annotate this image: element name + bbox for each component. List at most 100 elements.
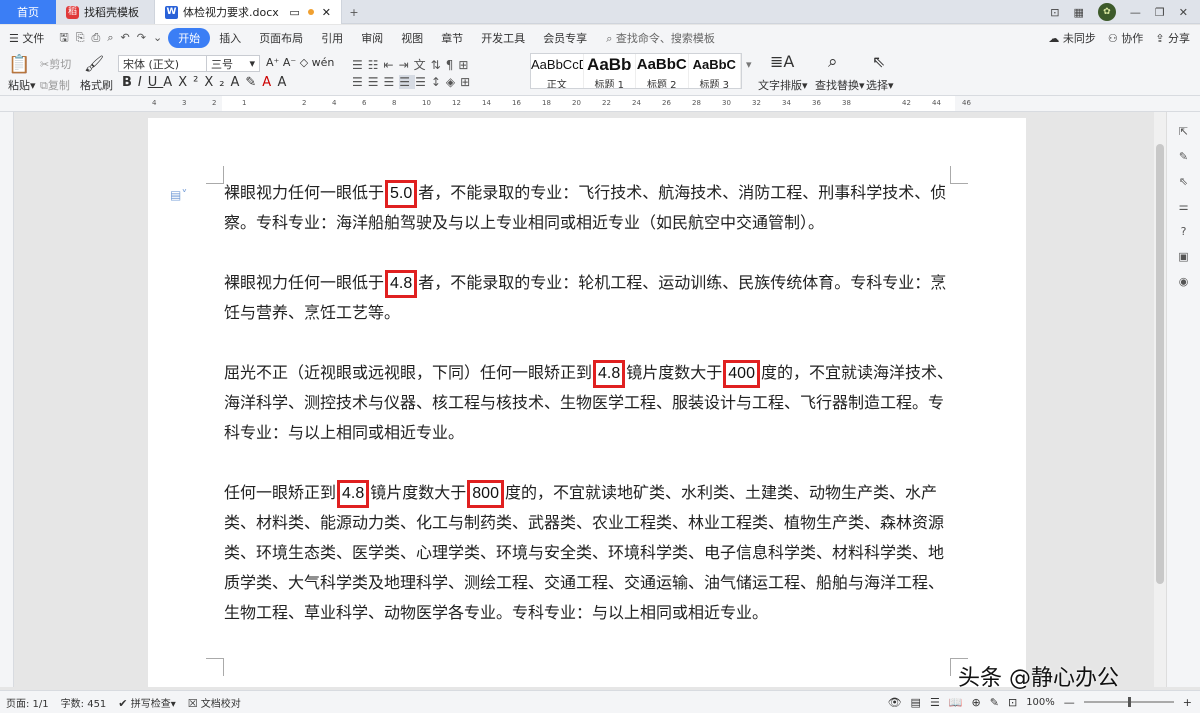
align-right-icon[interactable]: ☰ [384,75,400,89]
paragraph[interactable]: 裸眼视力任何一眼低于 4.8 者，不能录取的专业：轮机工程、运动训练、民族传统体育。… [224,268,954,328]
cursor-icon[interactable]: ⇖ [872,52,885,71]
minimize-icon[interactable]: — [1130,7,1141,18]
cut-button[interactable]: ✂剪切 [40,56,71,72]
sort-icon[interactable]: ⇅ [431,58,446,72]
zoom-slider[interactable] [1083,697,1174,707]
spell-check-button[interactable]: ✔ 拼写检查▾ [112,695,181,710]
layout-icon[interactable]: ⊡ [1050,7,1059,18]
strike-icon[interactable]: A [163,75,178,90]
text-effect-icon[interactable]: A [230,75,245,90]
tab-home[interactable]: 首页 [0,0,56,24]
copy-button[interactable]: ⧉复制 [40,77,70,93]
chevron-down-icon[interactable]: ⌄ [153,32,162,43]
show-marks-icon[interactable]: ¶ [446,58,459,72]
image-icon[interactable]: ▣ [1178,251,1188,262]
align-left-icon[interactable]: ☰ [352,75,368,89]
menu-home[interactable]: 开始 [168,27,211,48]
eye-icon[interactable]: 👁 [888,697,902,708]
page-view-icon[interactable]: ▤ [911,697,921,708]
web-view-icon[interactable]: ⊕ [972,697,981,708]
paragraph[interactable]: 任何一眼矫正到 4.8 镜片度数大于 800 度的，不宜就读地矿类、水利类、土建类、动物… [224,478,954,628]
style-heading-1[interactable]: AaBb 标题 1 [584,54,636,88]
help-icon[interactable]: ? [1181,226,1187,237]
grid-icon[interactable]: ▦ [1074,7,1084,18]
clear-format-icon[interactable]: ◇ [300,56,308,69]
shrink-font-icon[interactable]: A⁻ [283,56,296,69]
subscript-icon[interactable]: X₂ [204,75,230,90]
tab-template[interactable]: 稻 找稻壳模板 [56,0,154,24]
export-pdf-icon[interactable]: ⎘ [76,32,85,43]
undo-icon[interactable]: ↶ [121,32,130,43]
text-layout-icon[interactable]: ≣A [770,52,794,71]
table-icon[interactable]: ⊞ [458,58,473,72]
indent-icon[interactable]: ⇥ [399,58,414,72]
find-replace-button[interactable]: 查找替换▾ [815,77,865,93]
zoom-level[interactable]: 100% [1026,697,1055,708]
brush-icon[interactable]: 🖌 [84,54,104,73]
menu-file[interactable]: ☰ 文件 [0,30,53,46]
menu-layout[interactable]: 页面布局 [250,30,312,46]
menu-view[interactable]: 视图 [392,30,432,46]
vertical-scrollbar[interactable] [1154,112,1166,687]
borders-icon[interactable]: ⊞ [460,75,475,89]
sliders-icon[interactable]: ⚌ [1179,201,1189,212]
tab-document[interactable]: W 体检视力要求.docx ▭ ✕ [154,0,342,24]
shading-icon[interactable]: ◈ [446,75,460,89]
justify-icon[interactable]: ☰ [399,75,416,89]
share-button[interactable]: ⇪ 分享 [1155,30,1190,46]
avatar[interactable]: ✿ [1097,3,1116,21]
line-spacing-icon[interactable]: ↕ [431,75,446,89]
menu-insert[interactable]: 插入 [210,30,250,46]
paragraph-handle-icon[interactable]: ▤˅ [170,188,187,202]
align-center-icon[interactable]: ☰ [368,75,384,89]
find-icon[interactable]: ⌕ [828,52,838,72]
underline-icon[interactable]: U [148,75,164,90]
bold-icon[interactable]: B [122,75,138,90]
collab-button[interactable]: ⚇ 协作 [1108,30,1143,46]
sync-button[interactable]: ☁ 未同步 [1048,30,1096,46]
close-window-icon[interactable]: ✕ [1179,7,1188,18]
pointer-icon[interactable]: ⇖ [1179,176,1188,187]
char-shading-icon[interactable]: A [278,75,293,90]
distribute-icon[interactable]: ☰ [415,75,431,89]
close-tab-icon[interactable]: ✕ [322,7,331,18]
redo-icon[interactable]: ↷ [137,32,146,43]
grow-font-icon[interactable]: A⁺ [266,56,279,69]
fit-page-icon[interactable]: ⊡ [1008,697,1017,708]
zoom-in-icon[interactable]: + [1183,697,1192,708]
new-tab-button[interactable]: + [342,0,366,24]
clipboard-icon[interactable]: 📋 [8,54,30,75]
document-body[interactable]: 裸眼视力任何一眼低于 5.0 者，不能录取的专业：飞行技术、航海技术、消防工程、刑事… [224,178,954,658]
menu-developer[interactable]: 开发工具 [472,30,534,46]
save-icon[interactable]: 🖫 [59,32,68,43]
font-color-icon[interactable]: A [262,75,277,90]
menu-section[interactable]: 章节 [432,30,472,46]
monitor-icon[interactable]: ▭ [289,7,299,18]
menu-review[interactable]: 审阅 [352,30,392,46]
format-painter-label[interactable]: 格式刷 [80,77,113,93]
highlight-icon[interactable]: ✎ [245,75,262,90]
word-count[interactable]: 字数: 451 [55,695,113,710]
menu-references[interactable]: 引用 [312,30,352,46]
collapse-icon[interactable]: ⇱ [1179,126,1188,137]
zoom-slider-knob[interactable] [1127,697,1131,707]
command-search[interactable]: ⌕ 查找命令、搜索模板 [596,30,715,46]
italic-icon[interactable]: I [138,75,148,90]
bullet-list-icon[interactable]: ☰ [352,58,368,72]
reading-view-icon[interactable]: 📖 [949,697,963,708]
chinese-layout-icon[interactable]: 文 [414,58,431,72]
phonetic-icon[interactable]: wén [312,56,335,69]
restore-icon[interactable]: ❐ [1155,7,1165,18]
paragraph[interactable]: 屈光不正（近视眼或远视眼，下同）任何一眼矫正到 4.8 镜片度数大于 400 度的，不宜… [224,358,954,448]
text-layout-button[interactable]: 文字排版▾ [758,77,808,93]
superscript-icon[interactable]: X² [178,75,204,90]
outdent-icon[interactable]: ⇤ [384,58,399,72]
zoom-out-icon[interactable]: — [1064,697,1075,708]
paste-button[interactable]: 粘贴▾ [8,77,36,93]
style-heading-3[interactable]: AaBbC 标题 3 [689,54,741,88]
scrollbar-thumb[interactable] [1156,144,1164,584]
document-page[interactable]: ▤˅ 裸眼视力任何一眼低于 5.0 者，不能录取的专业：飞行技术、航海技术、消防工程… [148,118,1026,687]
select-button[interactable]: 选择▾ [866,77,894,93]
paragraph[interactable]: 裸眼视力任何一眼低于 5.0 者，不能录取的专业：飞行技术、航海技术、消防工程、刑事… [224,178,954,238]
location-icon[interactable]: ◉ [1179,276,1189,287]
